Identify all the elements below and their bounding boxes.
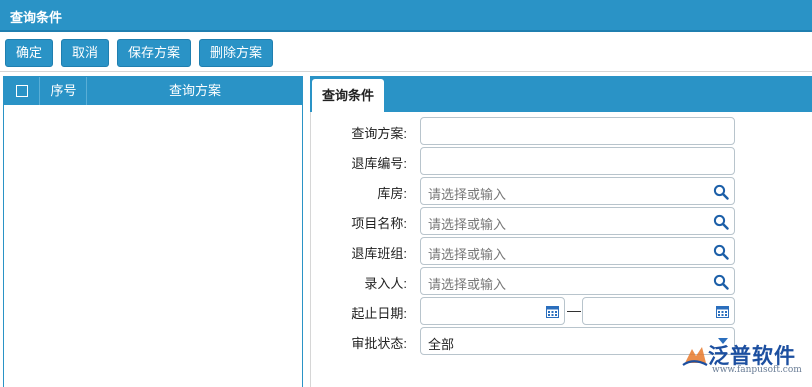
select-all-cell — [4, 77, 40, 105]
confirm-button[interactable]: 确定 — [5, 39, 53, 67]
window-title: 查询条件 — [10, 10, 63, 25]
form-row-team: 退库班组: 请选择或输入 — [311, 237, 812, 265]
search-icon[interactable] — [713, 274, 729, 290]
return-no-input[interactable] — [420, 147, 735, 175]
brand-logo: 泛普软件 www.fanpusoft.com — [680, 337, 810, 381]
approval-status-value: 全部 — [428, 337, 455, 352]
start-date-input[interactable] — [420, 297, 565, 325]
logo-icon — [682, 347, 708, 366]
tab-query-conditions[interactable]: 查询条件 — [312, 79, 384, 112]
form-row-entered-by: 录入人: 请选择或输入 — [311, 267, 812, 295]
plan-label: 查询方案: — [351, 126, 407, 141]
toolbar: 确定 取消 保存方案 删除方案 — [0, 34, 812, 72]
select-all-checkbox[interactable] — [16, 85, 28, 97]
date-separator: — — [567, 302, 581, 318]
column-header-seq[interactable]: 序号 — [41, 77, 87, 105]
plan-list-header: 序号 查询方案 — [4, 77, 302, 105]
tab-strip: 查询条件 — [310, 76, 812, 112]
team-label: 退库班组: — [351, 246, 407, 261]
approval-label: 审批状态: — [351, 336, 407, 351]
column-header-plan[interactable]: 查询方案 — [88, 77, 302, 105]
date-range-label: 起止日期: — [351, 306, 407, 321]
save-plan-button[interactable]: 保存方案 — [117, 39, 191, 67]
form-row-project: 项目名称: 请选择或输入 — [311, 207, 812, 235]
form-row-plan: 查询方案: — [311, 117, 812, 145]
project-input[interactable]: 请选择或输入 — [420, 207, 735, 235]
entered-by-input[interactable]: 请选择或输入 — [420, 267, 735, 295]
logo-url: www.fanpusoft.com — [712, 365, 802, 375]
warehouse-input[interactable]: 请选择或输入 — [420, 177, 735, 205]
end-date-input[interactable] — [582, 297, 735, 325]
calendar-icon[interactable] — [546, 305, 559, 318]
form-row-date-range: 起止日期: — — [311, 297, 812, 325]
project-label: 项目名称: — [351, 216, 407, 231]
warehouse-label: 库房: — [377, 186, 407, 201]
team-placeholder: 请选择或输入 — [428, 247, 507, 262]
plan-list-panel: 序号 查询方案 — [3, 76, 303, 387]
title-bar: 查询条件 — [0, 0, 812, 32]
form-row-return-no: 退库编号: — [311, 147, 812, 175]
calendar-icon[interactable] — [716, 305, 729, 318]
entered-by-label: 录入人: — [364, 276, 407, 291]
warehouse-placeholder: 请选择或输入 — [428, 187, 507, 202]
cancel-button[interactable]: 取消 — [61, 39, 109, 67]
return-no-label: 退库编号: — [351, 156, 407, 171]
plan-name-input[interactable] — [420, 117, 735, 145]
project-placeholder: 请选择或输入 — [428, 217, 507, 232]
search-icon[interactable] — [713, 244, 729, 260]
search-icon[interactable] — [713, 214, 729, 230]
search-icon[interactable] — [713, 184, 729, 200]
team-input[interactable]: 请选择或输入 — [420, 237, 735, 265]
form-row-warehouse: 库房: 请选择或输入 — [311, 177, 812, 205]
delete-plan-button[interactable]: 删除方案 — [199, 39, 273, 67]
entered-by-placeholder: 请选择或输入 — [428, 277, 507, 292]
